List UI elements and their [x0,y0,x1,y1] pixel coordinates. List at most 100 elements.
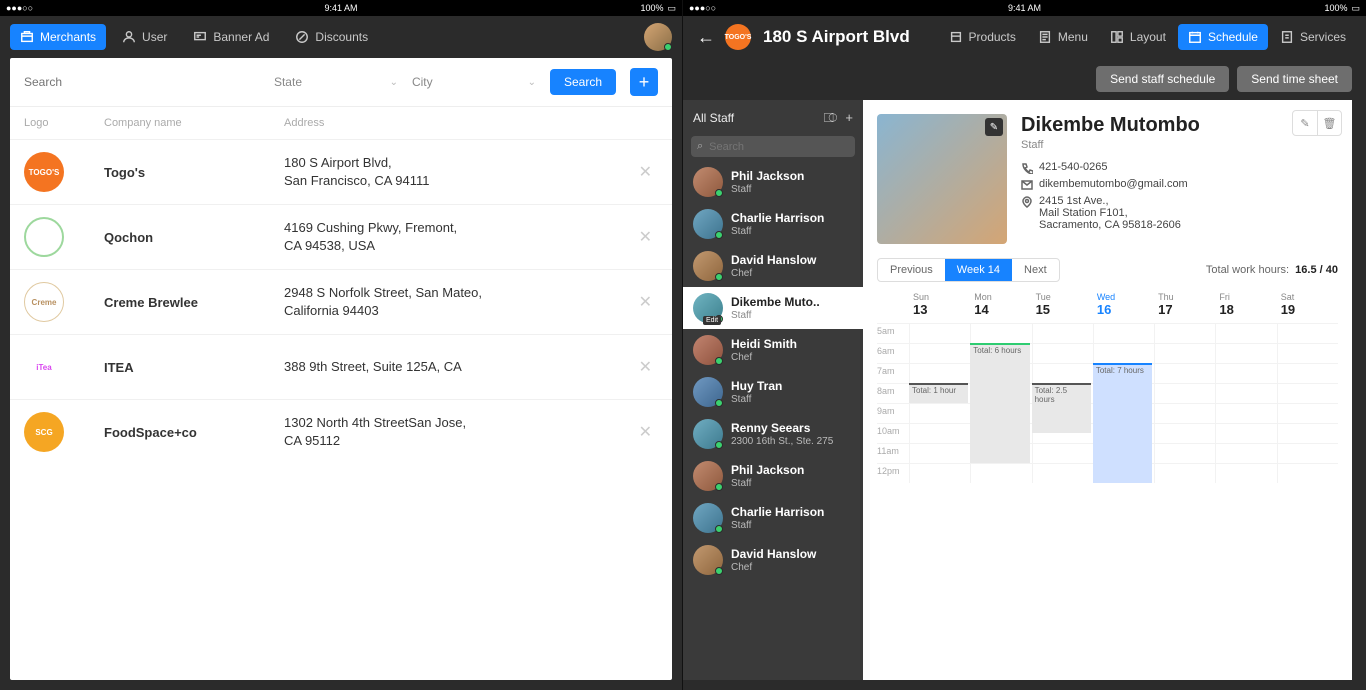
merchant-row[interactable]: CremeCreme Brewlee2948 S Norfolk Street,… [10,269,672,334]
calendar-day[interactable]: Wed16 [1093,290,1154,319]
search-input[interactable] [24,70,266,94]
calendar-cell[interactable] [970,324,1031,343]
staff-item[interactable]: Charlie HarrisonStaff [683,203,863,245]
day-name: Wed [1097,292,1150,302]
merchant-row[interactable]: SCGFoodSpace+co1302 North 4th StreetSan … [10,399,672,464]
remove-merchant-button[interactable]: ✕ [633,227,658,247]
staff-item[interactable]: Phil JacksonStaff [683,161,863,203]
calendar-cell[interactable] [1277,344,1338,363]
calendar-cell[interactable] [1093,344,1154,363]
state-select[interactable]: State⌄ [274,75,404,89]
calendar-day[interactable]: Sun13 [909,290,970,319]
calendar-day[interactable]: Mon14 [970,290,1031,319]
calendar-cell[interactable] [909,344,970,363]
calendar-cell[interactable] [1093,324,1154,343]
merchant-row[interactable]: iTeaITEA388 9th Street, Suite 125A, CA✕ [10,334,672,399]
staff-item[interactable]: Charlie HarrisonStaff [683,497,863,539]
schedule-block[interactable]: Total: 2.5 hours [1032,383,1091,433]
calendar-day[interactable]: Thu17 [1154,290,1215,319]
calendar-cell[interactable] [909,404,970,423]
calendar-cell[interactable] [1215,344,1276,363]
calendar-cell[interactable] [1154,344,1215,363]
remove-merchant-button[interactable]: ✕ [633,162,658,182]
merchant-row[interactable]: TOGO'STogo's180 S Airport Blvd,San Franc… [10,139,672,204]
nav-layout[interactable]: Layout [1100,24,1176,50]
calendar-cell[interactable] [1032,324,1093,343]
calendar-cell[interactable] [909,324,970,343]
calendar-day[interactable]: Sat19 [1277,290,1338,319]
calendar-cell[interactable] [1154,464,1215,483]
staff-item[interactable]: David HanslowChef [683,539,863,581]
calendar-cell[interactable] [1032,344,1093,363]
delete-detail-button[interactable]: 🗑 [1317,111,1341,135]
staff-item[interactable]: EditDikembe Muto..Staff [683,287,863,329]
schedule-block[interactable]: Total: 7 hours [1093,363,1152,483]
calendar-cell[interactable] [1277,404,1338,423]
edit-photo-button[interactable]: ✎ [985,118,1003,136]
staff-search[interactable]: ⌕ [691,136,855,157]
remove-merchant-button[interactable]: ✕ [633,422,658,442]
calendar-cell[interactable] [1154,364,1215,383]
nav-user[interactable]: User [112,24,177,50]
tab-next[interactable]: Next [1012,259,1059,281]
calendar-cell[interactable] [909,364,970,383]
nav-menu[interactable]: Menu [1028,24,1098,50]
remove-merchant-button[interactable]: ✕ [633,357,658,377]
calendar-cell[interactable] [1215,404,1276,423]
staff-item[interactable]: David HanslowChef [683,245,863,287]
schedule-block[interactable]: Total: 6 hours [970,343,1029,463]
calendar-cell[interactable] [1215,324,1276,343]
calendar-cell[interactable] [1277,364,1338,383]
filter-icon[interactable]: ⎄ [824,110,838,126]
schedule-block[interactable]: Total: 1 hour [909,383,968,403]
calendar-cell[interactable] [1215,384,1276,403]
staff-search-input[interactable] [709,141,851,153]
calendar-cell[interactable] [1154,404,1215,423]
calendar-cell[interactable] [1032,464,1093,483]
calendar-cell[interactable] [970,464,1031,483]
calendar-cell[interactable] [1277,384,1338,403]
calendar-cell[interactable] [1215,424,1276,443]
calendar-cell[interactable] [1277,324,1338,343]
tab-current[interactable]: Week 14 [945,259,1012,281]
calendar-day[interactable]: Fri18 [1215,290,1276,319]
merchant-row[interactable]: Qochon4169 Cushing Pkwy, Fremont,CA 9453… [10,204,672,269]
calendar-cell[interactable] [1032,364,1093,383]
back-button[interactable]: ← [693,27,719,48]
remove-merchant-button[interactable]: ✕ [633,292,658,312]
nav-schedule[interactable]: Schedule [1178,24,1268,50]
calendar-cell[interactable] [909,424,970,443]
calendar-cell[interactable] [1215,364,1276,383]
add-staff-icon[interactable]: + [845,110,853,126]
staff-item[interactable]: Huy TranStaff [683,371,863,413]
staff-item[interactable]: Heidi SmithChef [683,329,863,371]
nav-services[interactable]: Services [1270,24,1356,50]
nav-products[interactable]: Products [939,24,1026,50]
calendar-cell[interactable] [909,444,970,463]
calendar-cell[interactable] [1032,444,1093,463]
edit-detail-button[interactable]: ✎ [1293,111,1317,135]
calendar-cell[interactable] [1154,444,1215,463]
calendar-cell[interactable] [1154,324,1215,343]
city-select[interactable]: City⌄ [412,75,542,89]
calendar-cell[interactable] [1277,464,1338,483]
send-timesheet-button[interactable]: Send time sheet [1237,66,1352,92]
staff-item[interactable]: Renny Seears2300 16th St., Ste. 275 [683,413,863,455]
calendar-cell[interactable] [1154,424,1215,443]
send-schedule-button[interactable]: Send staff schedule [1096,66,1229,92]
calendar-cell[interactable] [1277,444,1338,463]
staff-item[interactable]: Phil JacksonStaff [683,455,863,497]
nav-banner-ad[interactable]: Banner Ad [183,24,279,50]
calendar-cell[interactable] [1277,424,1338,443]
add-merchant-button[interactable]: + [630,68,658,96]
nav-merchants[interactable]: Merchants [10,24,106,50]
tab-previous[interactable]: Previous [878,259,945,281]
nav-discounts[interactable]: Discounts [285,24,378,50]
calendar-cell[interactable] [909,464,970,483]
calendar-cell[interactable] [1215,464,1276,483]
search-button[interactable]: Search [550,69,616,95]
calendar-cell[interactable] [1215,444,1276,463]
calendar-cell[interactable] [1154,384,1215,403]
calendar-day[interactable]: Tue15 [1032,290,1093,319]
user-avatar[interactable] [644,23,672,51]
